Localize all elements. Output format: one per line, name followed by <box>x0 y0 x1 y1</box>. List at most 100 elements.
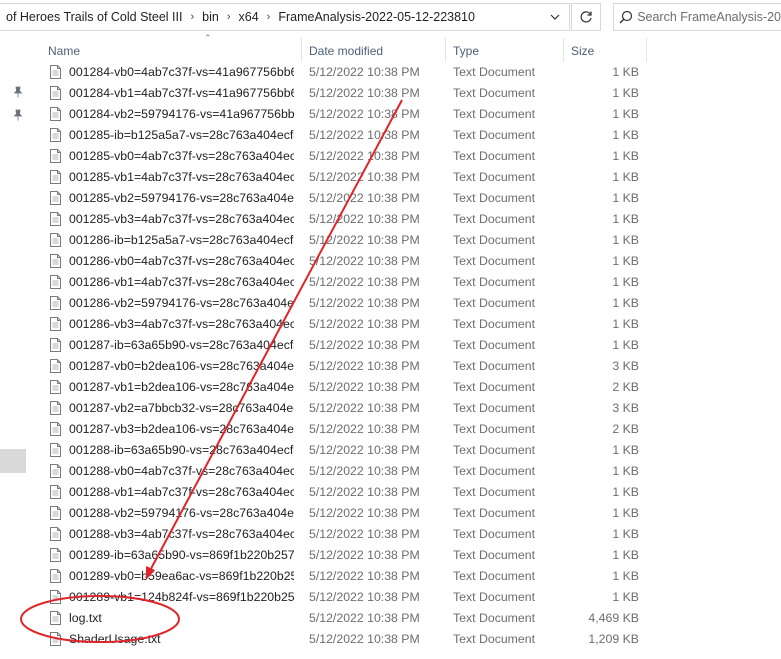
breadcrumb[interactable]: of Heroes Trails of Cold Steel III › bin… <box>0 3 570 31</box>
file-name[interactable]: 001285-vb2=59794176-vs=28c763a404ecf... <box>69 191 294 205</box>
file-name[interactable]: 001289-vb1=124b824f-vs=869f1b220b257... <box>69 590 294 604</box>
file-row[interactable]: 001285-vb0=4ab7c37f-vs=28c763a404ecf... 5… <box>44 146 644 167</box>
column-divider[interactable] <box>563 38 564 62</box>
file-row[interactable]: log.txt 5/12/2022 10:38 PM Text Document 4,… <box>44 608 644 629</box>
file-name[interactable]: 001288-vb3=4ab7c37f-vs=28c763a404ecf... <box>69 527 294 541</box>
file-name[interactable]: 001286-ib=b125a5a7-vs=28c763a404ecfa... <box>69 233 294 247</box>
file-name[interactable]: 001284-vb2=59794176-vs=41a967756bb6... <box>69 107 294 121</box>
breadcrumb-item[interactable]: x64 <box>233 10 265 24</box>
column-divider[interactable] <box>646 38 647 62</box>
pin-icon[interactable] <box>12 109 24 121</box>
file-row[interactable]: 001285-vb2=59794176-vs=28c763a404ecf... 5… <box>44 188 644 209</box>
file-row[interactable]: 001287-vb0=b2dea106-vs=28c763a404ec... 5/… <box>44 356 644 377</box>
file-name[interactable]: 001287-vb2=a7bbcb32-vs=28c763a404ec... <box>69 401 294 415</box>
file-size: 1 KB <box>612 338 639 352</box>
column-divider[interactable] <box>301 38 302 62</box>
file-row[interactable]: 001286-vb0=4ab7c37f-vs=28c763a404ecf... 5… <box>44 251 644 272</box>
file-date-modified: 5/12/2022 10:38 PM <box>309 506 420 520</box>
file-row[interactable]: 001288-vb1=4ab7c37f-vs=28c763a404ecf... 5… <box>44 482 644 503</box>
file-name[interactable]: 001286-vb0=4ab7c37f-vs=28c763a404ecf... <box>69 254 294 268</box>
file-name[interactable]: 001285-vb1=4ab7c37f-vs=28c763a404ecf... <box>69 170 294 184</box>
address-dropdown-button[interactable] <box>540 3 569 31</box>
text-document-icon <box>50 107 61 121</box>
search-icon <box>619 10 632 24</box>
file-name[interactable]: 001287-vb3=b2dea106-vs=28c763a404ec... <box>69 422 294 436</box>
file-row[interactable]: 001285-ib=b125a5a7-vs=28c763a404ecfa... 5… <box>44 125 644 146</box>
file-row[interactable]: 001289-vb0=b59ea6ac-vs=869f1b220b25... 5/… <box>44 566 644 587</box>
breadcrumb-item[interactable]: of Heroes Trails of Cold Steel III <box>0 10 188 24</box>
file-name[interactable]: 001288-vb2=59794176-vs=28c763a404ecf... <box>69 506 294 520</box>
text-document-icon <box>50 527 61 541</box>
file-date-modified: 5/12/2022 10:38 PM <box>309 254 420 268</box>
file-row[interactable]: 001288-vb3=4ab7c37f-vs=28c763a404ecf... 5… <box>44 524 644 545</box>
file-name[interactable]: 001287-ib=63a65b90-vs=28c763a404ecfa... <box>69 338 294 352</box>
file-row[interactable]: 001286-vb2=59794176-vs=28c763a404ecf... 5… <box>44 293 644 314</box>
file-name[interactable]: 001286-vb3=4ab7c37f-vs=28c763a404ecf... <box>69 317 294 331</box>
text-document-icon <box>50 569 61 583</box>
file-row[interactable]: 001287-vb3=b2dea106-vs=28c763a404ec... 5/… <box>44 419 644 440</box>
breadcrumb-item[interactable]: bin <box>196 10 225 24</box>
file-row[interactable]: 001288-ib=63a65b90-vs=28c763a404ecfa... 5… <box>44 440 644 461</box>
file-row[interactable]: 001289-ib=63a65b90-vs=869f1b220b257d... 5… <box>44 545 644 566</box>
search-input[interactable]: Search FrameAnalysis-20 <box>637 10 781 24</box>
nav-selected-item[interactable] <box>0 449 26 473</box>
file-row[interactable]: 001286-vb1=4ab7c37f-vs=28c763a404ecf... 5… <box>44 272 644 293</box>
file-type: Text Document <box>453 611 536 625</box>
file-date-modified: 5/12/2022 10:38 PM <box>309 107 420 121</box>
file-name[interactable]: 001288-vb0=4ab7c37f-vs=28c763a404ecf... <box>69 464 294 478</box>
file-row[interactable]: 001286-vb3=4ab7c37f-vs=28c763a404ecf... 5… <box>44 314 644 335</box>
file-row[interactable]: 001287-vb1=b2dea106-vs=28c763a404ec... 5/… <box>44 377 644 398</box>
file-name[interactable]: 001289-vb0=b59ea6ac-vs=869f1b220b25... <box>69 569 294 583</box>
column-divider[interactable] <box>445 38 446 62</box>
chevron-right-icon[interactable]: › <box>188 11 196 23</box>
file-name[interactable]: 001284-vb1=4ab7c37f-vs=41a967756bb6... <box>69 86 294 100</box>
file-name[interactable]: ShaderUsage.txt <box>69 632 294 646</box>
file-row[interactable]: 001288-vb0=4ab7c37f-vs=28c763a404ecf... 5… <box>44 461 644 482</box>
file-row[interactable]: 001286-ib=b125a5a7-vs=28c763a404ecfa... 5… <box>44 230 644 251</box>
file-size: 1 KB <box>612 485 639 499</box>
file-row[interactable]: 001287-vb2=a7bbcb32-vs=28c763a404ec... 5/… <box>44 398 644 419</box>
file-size: 1 KB <box>612 590 639 604</box>
file-row[interactable]: 001288-vb2=59794176-vs=28c763a404ecf... 5… <box>44 503 644 524</box>
pin-icon[interactable] <box>12 86 24 98</box>
file-date-modified: 5/12/2022 10:38 PM <box>309 380 420 394</box>
file-row[interactable]: 001284-vb2=59794176-vs=41a967756bb6... 5/… <box>44 104 644 125</box>
file-row[interactable]: ShaderUsage.txt 5/12/2022 10:38 PM Text Do… <box>44 629 644 650</box>
file-row[interactable]: 001285-vb1=4ab7c37f-vs=28c763a404ecf... 5… <box>44 167 644 188</box>
file-size: 4,469 KB <box>588 611 639 625</box>
file-name[interactable]: 001287-vb1=b2dea106-vs=28c763a404ec... <box>69 380 294 394</box>
file-name[interactable]: 001287-vb0=b2dea106-vs=28c763a404ec... <box>69 359 294 373</box>
file-name[interactable]: 001286-vb1=4ab7c37f-vs=28c763a404ecf... <box>69 275 294 289</box>
column-name[interactable]: Name <box>48 44 80 58</box>
file-name[interactable]: 001284-vb0=4ab7c37f-vs=41a967756bb6... <box>69 65 294 79</box>
column-type[interactable]: Type <box>453 44 479 58</box>
file-name[interactable]: 001288-vb1=4ab7c37f-vs=28c763a404ecf... <box>69 485 294 499</box>
text-document-icon <box>50 191 61 205</box>
file-row[interactable]: 001284-vb1=4ab7c37f-vs=41a967756bb6... 5/… <box>44 83 644 104</box>
column-size[interactable]: Size <box>571 44 594 58</box>
file-name[interactable]: 001286-vb2=59794176-vs=28c763a404ecf... <box>69 296 294 310</box>
file-name[interactable]: 001289-ib=63a65b90-vs=869f1b220b257d... <box>69 548 294 562</box>
column-header: ⌃ Name Date modified Type Size <box>36 33 781 62</box>
file-row[interactable]: 001285-vb3=4ab7c37f-vs=28c763a404ecf... 5… <box>44 209 644 230</box>
file-name[interactable]: 001288-ib=63a65b90-vs=28c763a404ecfa... <box>69 443 294 457</box>
breadcrumb-item[interactable]: FrameAnalysis-2022-05-12-223810 <box>272 10 481 24</box>
file-name[interactable]: log.txt <box>69 611 294 625</box>
file-row[interactable]: 001287-ib=63a65b90-vs=28c763a404ecfa... 5… <box>44 335 644 356</box>
search-box[interactable]: Search FrameAnalysis-20 <box>613 3 781 31</box>
column-date-modified[interactable]: Date modified <box>309 44 383 58</box>
chevron-right-icon[interactable]: › <box>225 11 233 23</box>
file-row[interactable]: 001284-vb0=4ab7c37f-vs=41a967756bb6... 5/… <box>44 62 644 83</box>
chevron-right-icon[interactable]: › <box>265 11 273 23</box>
file-date-modified: 5/12/2022 10:38 PM <box>309 464 420 478</box>
file-name[interactable]: 001285-vb0=4ab7c37f-vs=28c763a404ecf... <box>69 149 294 163</box>
navigation-pane <box>0 35 30 659</box>
file-date-modified: 5/12/2022 10:38 PM <box>309 128 420 142</box>
chevron-down-icon <box>550 14 559 20</box>
file-name[interactable]: 001285-vb3=4ab7c37f-vs=28c763a404ecf... <box>69 212 294 226</box>
file-name[interactable]: 001285-ib=b125a5a7-vs=28c763a404ecfa... <box>69 128 294 142</box>
file-date-modified: 5/12/2022 10:38 PM <box>309 359 420 373</box>
refresh-button[interactable] <box>571 3 601 31</box>
file-type: Text Document <box>453 338 536 352</box>
file-row[interactable]: 001289-vb1=124b824f-vs=869f1b220b257... 5… <box>44 587 644 608</box>
